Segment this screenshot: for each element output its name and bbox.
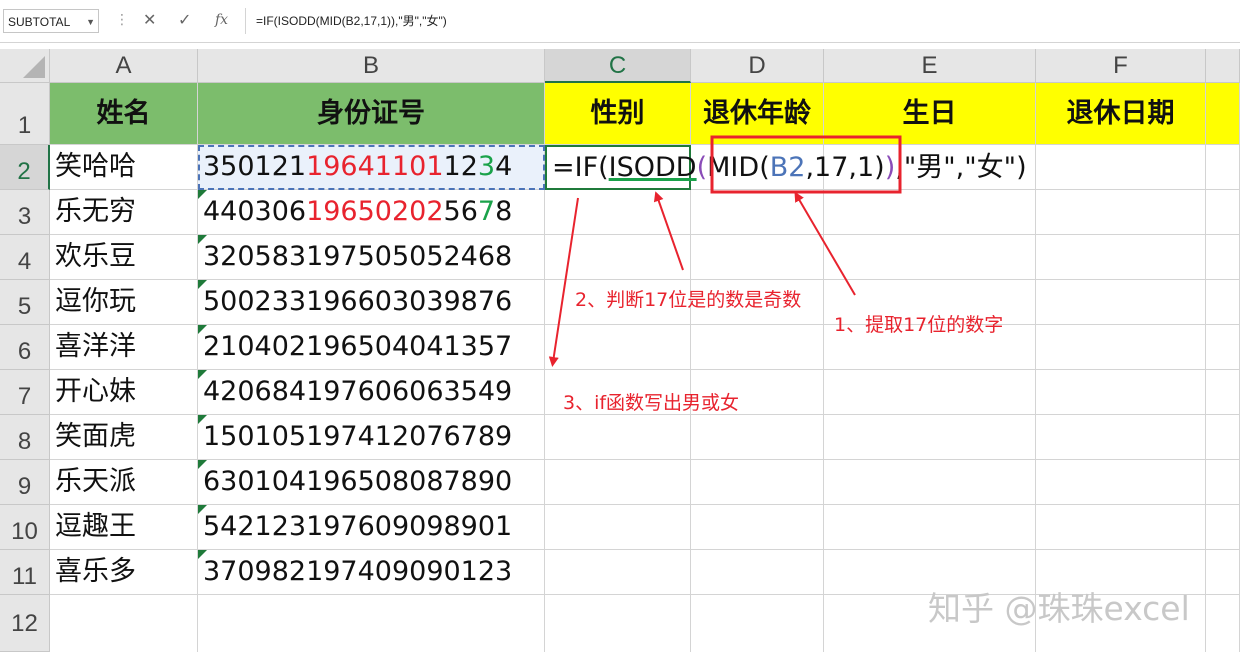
watermark: 知乎 @珠珠excel [928,589,1190,628]
arrow-1 [794,191,856,296]
arrow-2 [653,191,684,271]
annotation-2: 2、判断17位是的数是奇数 [575,289,802,311]
annotation-1: 1、提取17位的数字 [834,314,1004,336]
annotation-overlay [548,135,902,367]
annotation-3: 3、if函数写出男或女 [563,392,740,414]
highlight-box [710,135,902,194]
arrow-3 [548,197,579,367]
